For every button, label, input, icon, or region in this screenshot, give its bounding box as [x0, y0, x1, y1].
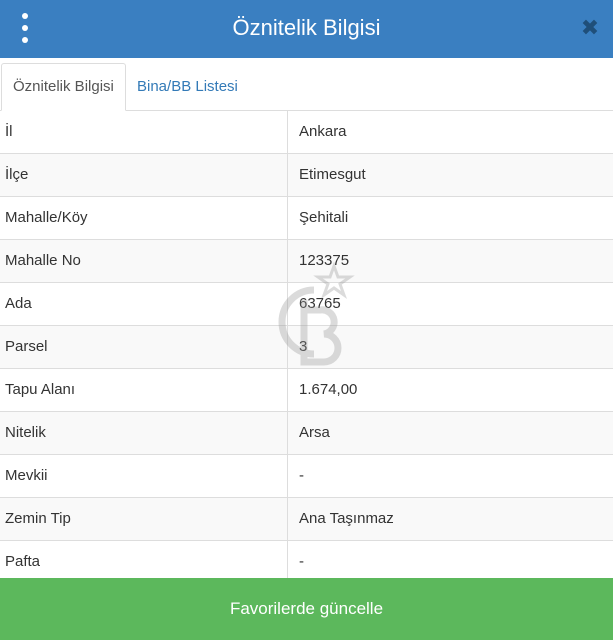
- table-row: İl Ankara: [0, 111, 613, 153]
- row-value: -: [299, 467, 304, 484]
- row-value: Ankara: [299, 123, 347, 140]
- attribute-table: İl Ankara İlçe Etimesgut Mahalle/Köy Şehita…: [0, 111, 613, 578]
- row-value: 1.674,00: [299, 381, 358, 398]
- table-row: Mahalle/Köy Şehitali: [0, 196, 613, 239]
- row-key: Tapu Alanı: [0, 369, 288, 411]
- table-row: Ada 63765: [0, 282, 613, 325]
- table-row: Zemin Tip Ana Taşınmaz: [0, 497, 613, 540]
- row-key: Mahalle No: [0, 240, 288, 282]
- row-key: Mahalle/Köy: [0, 197, 288, 239]
- row-key: Ada: [0, 283, 288, 325]
- table-row: Mevkii -: [0, 454, 613, 497]
- table-row: Pafta -: [0, 540, 613, 578]
- row-value: Şehitali: [299, 209, 349, 226]
- table-row: Tapu Alanı 1.674,00: [0, 368, 613, 411]
- row-value: 3: [299, 338, 308, 355]
- tab-bina-bb-listesi[interactable]: Bina/BB Listesi: [126, 63, 249, 110]
- close-icon[interactable]: ✖: [577, 14, 603, 42]
- update-favorites-button[interactable]: Favorilerde güncelle: [0, 578, 613, 640]
- row-value: 63765: [299, 295, 341, 312]
- row-value: Ana Taşınmaz: [299, 510, 394, 527]
- table-row: Parsel 3: [0, 325, 613, 368]
- row-key: İl: [0, 111, 288, 153]
- row-value: -: [299, 553, 304, 570]
- row-key: Mevkii: [0, 455, 288, 497]
- header-bar: Öznitelik Bilgisi ✖: [0, 0, 613, 58]
- row-key: Pafta: [0, 541, 288, 578]
- tab-oznitelik-bilgisi[interactable]: Öznitelik Bilgisi: [1, 63, 126, 111]
- table-row: Mahalle No 123375: [0, 239, 613, 282]
- table-row: Nitelik Arsa: [0, 411, 613, 454]
- table-row: İlçe Etimesgut: [0, 153, 613, 196]
- row-value: Arsa: [299, 424, 330, 441]
- row-key: Zemin Tip: [0, 498, 288, 540]
- row-key: Nitelik: [0, 412, 288, 454]
- row-key: Parsel: [0, 326, 288, 368]
- row-value: 123375: [299, 252, 350, 269]
- dialog-title: Öznitelik Bilgisi: [232, 15, 381, 40]
- row-key: İlçe: [0, 154, 288, 196]
- tab-bar: Öznitelik Bilgisi Bina/BB Listesi: [0, 58, 613, 111]
- row-value: Etimesgut: [299, 166, 366, 183]
